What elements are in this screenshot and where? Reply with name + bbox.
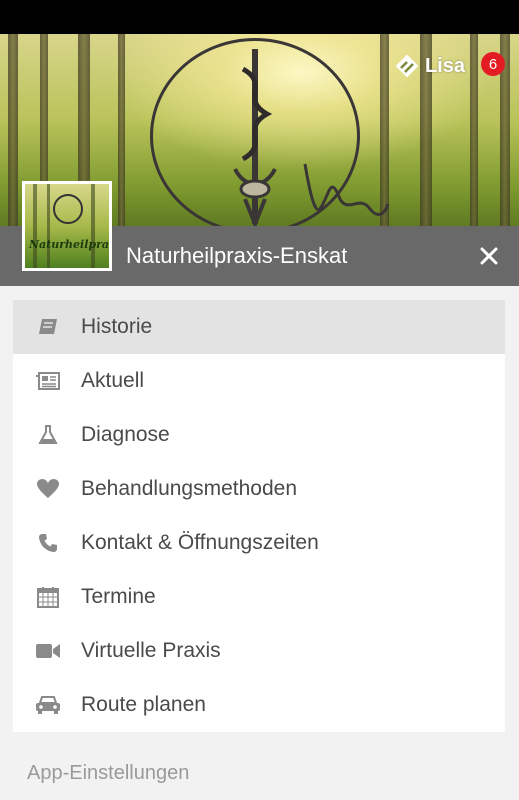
car-icon [35, 693, 61, 717]
menu-item-kontakt[interactable]: Kontakt & Öffnungszeiten [13, 516, 505, 570]
section-label-app-settings[interactable]: App-Einstellungen [27, 762, 189, 785]
newspaper-icon [35, 369, 61, 393]
menu-item-behandlungsmethoden[interactable]: Behandlungsmethoden [13, 462, 505, 516]
status-bar [0, 0, 519, 34]
menu-item-aktuell[interactable]: Aktuell [13, 354, 505, 408]
brand-logo-icon [395, 54, 419, 78]
brand-name: Lisa [424, 54, 465, 77]
menu-item-label: Virtuelle Praxis [81, 639, 221, 662]
caduceus-emblem-icon [233, 49, 277, 226]
menu-item-label: Aktuell [81, 369, 145, 392]
notification-badge[interactable]: 6 [481, 52, 505, 76]
page-title: Naturheilpraxis-Enskat [126, 243, 348, 268]
flask-icon [35, 423, 61, 447]
brand-badge[interactable]: Lisa [395, 54, 465, 78]
close-button[interactable] [473, 240, 505, 272]
calendar-icon [35, 585, 61, 609]
book-icon [35, 315, 61, 339]
avatar-logo-icon [53, 194, 83, 224]
close-icon [480, 247, 498, 265]
video-camera-icon [35, 639, 61, 663]
heart-icon [35, 477, 61, 501]
menu-item-termine[interactable]: Termine [13, 570, 505, 624]
navigation-menu: Historie Aktuell Diagnose Behandlungsmet… [13, 300, 505, 732]
menu-item-label: Diagnose [81, 423, 170, 446]
menu-item-label: Historie [81, 315, 153, 338]
menu-item-route-planen[interactable]: Route planen [13, 678, 505, 732]
signature-mark [303, 163, 390, 216]
menu-item-label: Kontakt & Öffnungszeiten [81, 531, 319, 554]
menu-item-label: Termine [81, 585, 156, 608]
avatar[interactable]: Naturheilpraxis [22, 181, 112, 271]
menu-item-label: Route planen [81, 693, 206, 716]
phone-icon [35, 531, 61, 555]
menu-item-virtuelle-praxis[interactable]: Virtuelle Praxis [13, 624, 505, 678]
avatar-logo-text: Naturheilpraxis [29, 238, 110, 251]
menu-item-label: Behandlungsmethoden [81, 477, 298, 500]
menu-item-diagnose[interactable]: Diagnose [13, 408, 505, 462]
menu-item-historie[interactable]: Historie [13, 300, 505, 354]
